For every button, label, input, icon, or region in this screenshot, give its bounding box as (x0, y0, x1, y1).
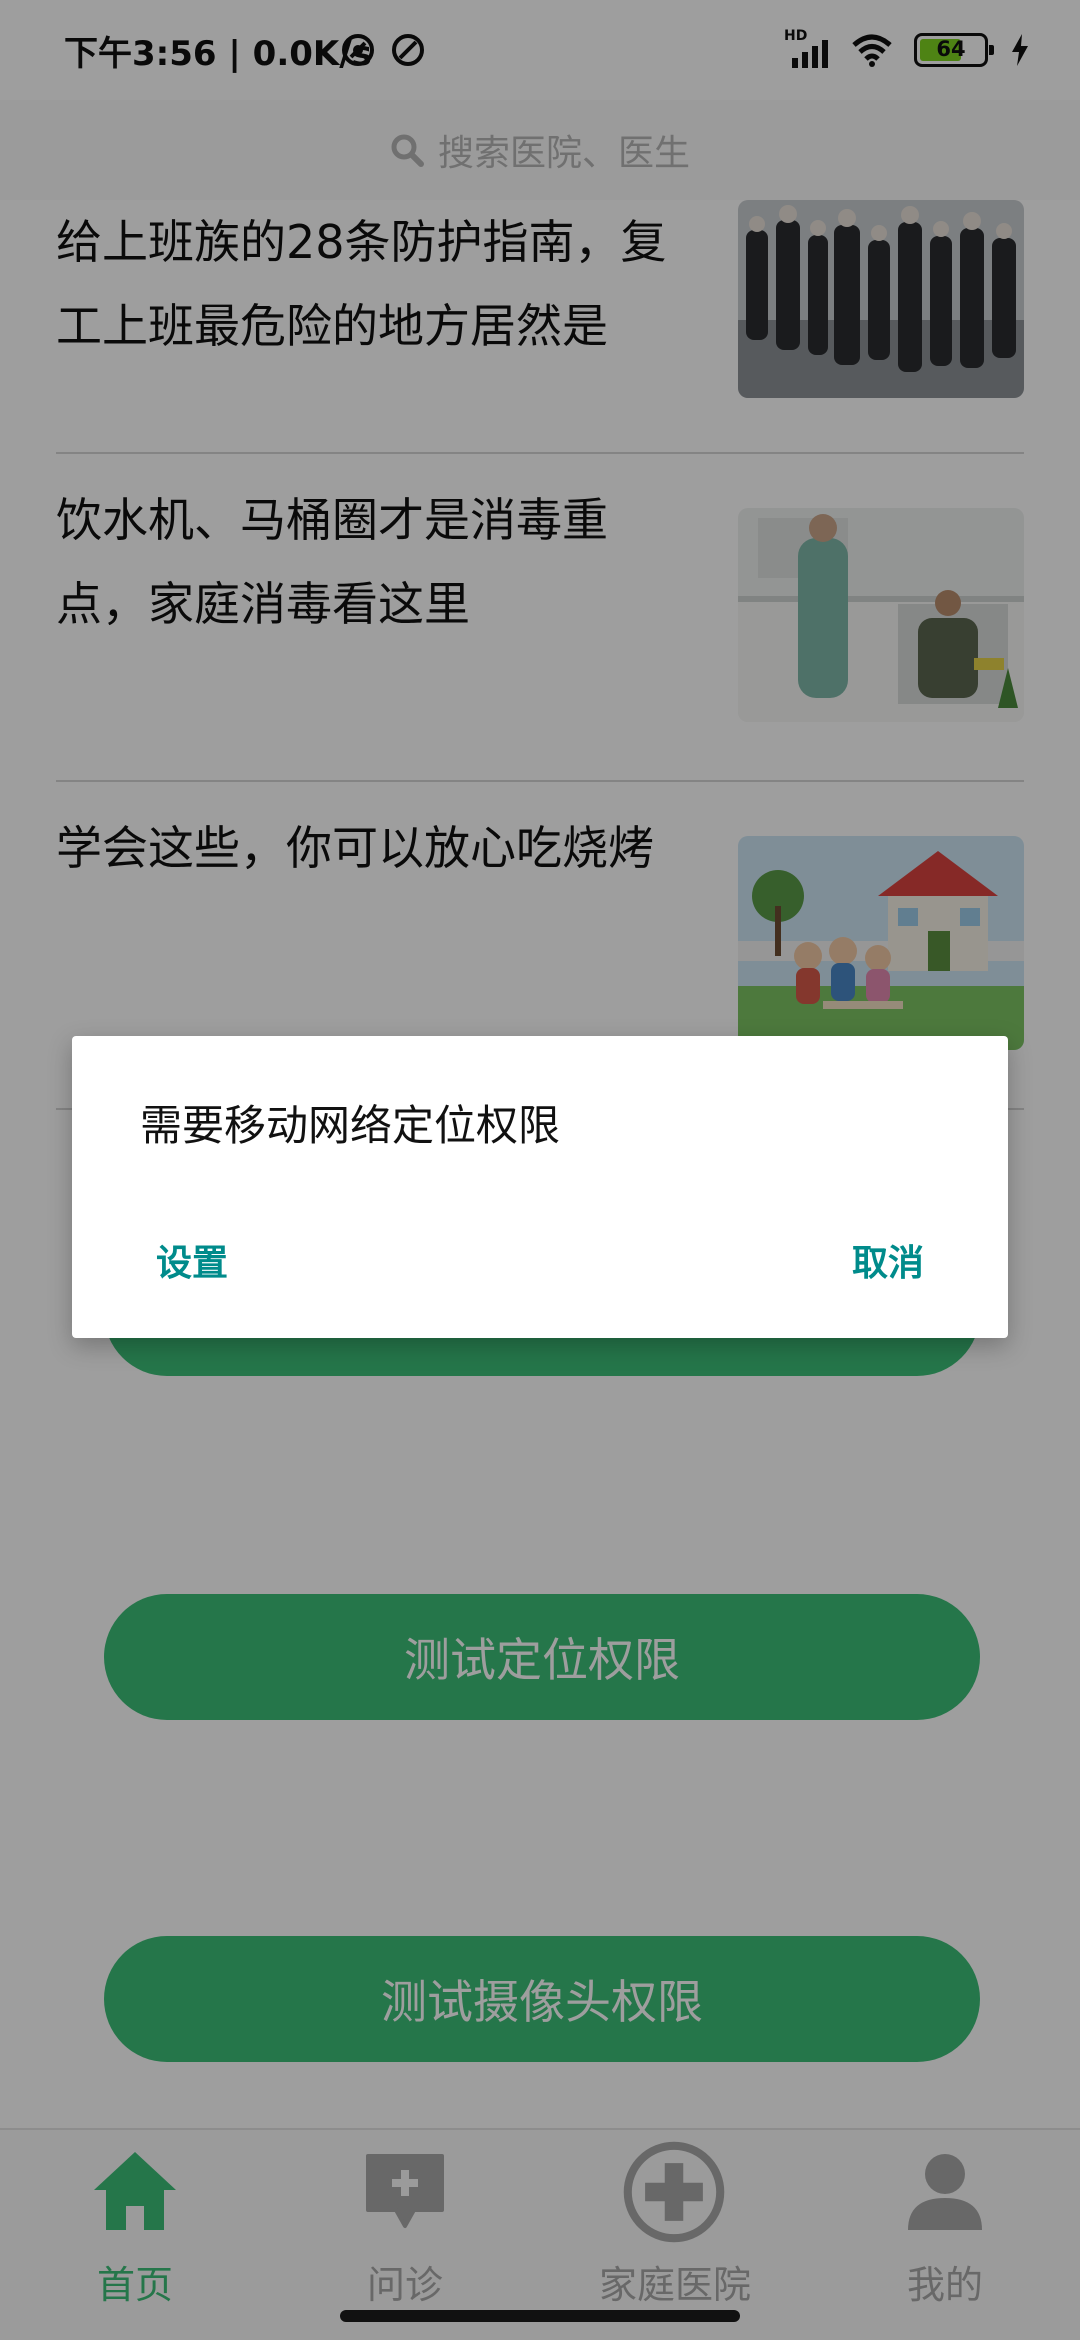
settings-button[interactable]: 设置 (156, 1234, 228, 1286)
dialog-message: 需要移动网络定位权限 (140, 1101, 561, 1150)
cancel-button[interactable]: 取消 (852, 1234, 924, 1286)
permission-dialog: 需要移动网络定位权限 设置 取消 (72, 1036, 1008, 1338)
home-indicator[interactable] (340, 2310, 740, 2322)
